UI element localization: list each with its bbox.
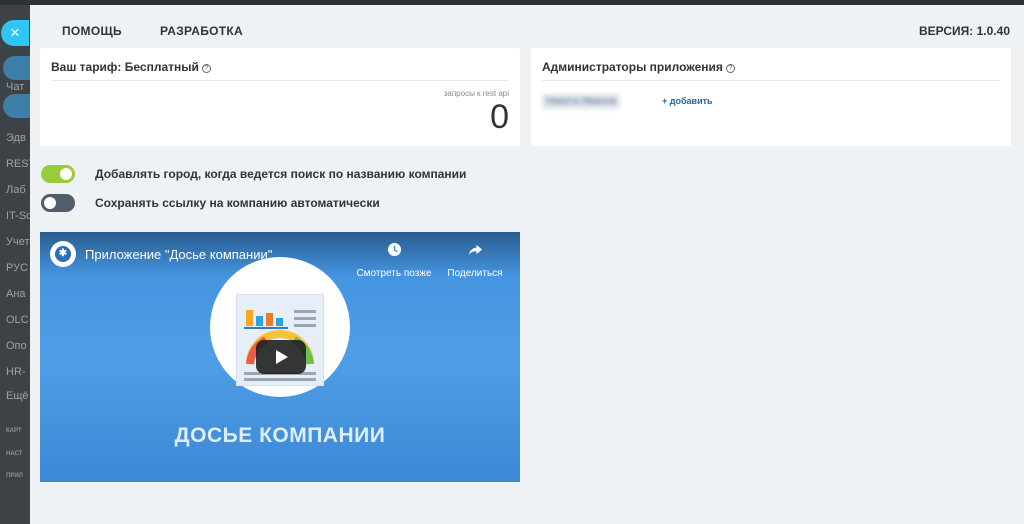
portal-menu-item: REST — [6, 158, 30, 170]
card-divider — [51, 80, 509, 81]
admins-title-text: Администраторы приложения — [542, 60, 723, 74]
help-icon[interactable]: ? — [201, 64, 211, 73]
portal-menu-pill — [3, 56, 30, 80]
app-version: ВЕРСИЯ: 1.0.40 — [919, 24, 1010, 38]
video-caption: ДОСЬЕ КОМПАНИИ — [174, 424, 386, 447]
add-admin-link[interactable]: + добавить — [662, 96, 713, 106]
portal-left-menu: Чат Эдв REST Лаб IT-Sc Учет РУС Ана OLC … — [0, 5, 30, 524]
watch-later-button[interactable]: Смотреть позже — [354, 242, 434, 279]
channel-logo[interactable]: ✱ — [50, 241, 76, 267]
share-label: Поделиться — [447, 268, 503, 279]
portal-menu-section: НАСТ — [6, 451, 23, 457]
share-button[interactable]: Поделиться — [435, 242, 515, 279]
card-divider — [542, 80, 1000, 81]
portal-menu-item: HR- — [6, 366, 26, 378]
close-icon: × — [10, 23, 20, 42]
toggle-save-link[interactable] — [41, 194, 75, 212]
video-title[interactable]: Приложение "Досье компании" — [85, 247, 272, 262]
share-arrow-icon — [435, 242, 515, 260]
portal-menu-item: Ещё — [6, 390, 29, 402]
app-slider-panel: ПОМОЩЬ РАЗРАБОТКА ВЕРСИЯ: 1.0.40 Ваш тар… — [30, 5, 1024, 524]
portal-menu-item: IT-Sc — [6, 210, 30, 222]
toggle-knob — [60, 168, 72, 180]
video-player[interactable]: ✱ Приложение "Досье компании" Смотреть п… — [40, 232, 520, 482]
clock-icon — [354, 242, 434, 260]
play-button[interactable] — [256, 340, 306, 374]
portal-menu-item: Опо — [6, 340, 27, 352]
api-requests-label: запросы к rest api — [443, 89, 509, 98]
portal-menu-section: КАРТ — [6, 428, 22, 434]
channel-logo-icon: ✱ — [55, 246, 71, 262]
tariff-title-text: Ваш тариф: Бесплатный — [51, 60, 199, 74]
portal-menu-section: ПРИЛ — [6, 473, 23, 479]
portal-menu-item: Эдв — [6, 132, 26, 144]
portal-menu-item: Лаб — [6, 184, 26, 196]
menu-help[interactable]: ПОМОЩЬ — [62, 24, 122, 38]
admin-user-link[interactable]: Никита Иванов — [542, 94, 620, 109]
portal-menu-item: OLC — [6, 314, 29, 326]
admins-title: Администраторы приложения? — [542, 60, 735, 74]
portal-menu-item: Чат — [6, 81, 25, 93]
portal-menu-item: Учет — [6, 236, 30, 248]
portal-menu-pill — [3, 94, 30, 118]
toggle-knob — [44, 197, 56, 209]
help-icon[interactable]: ? — [725, 64, 735, 73]
play-icon — [276, 350, 288, 364]
menu-development[interactable]: РАЗРАБОТКА — [160, 24, 243, 38]
tariff-card: Ваш тариф: Бесплатный? запросы к rest ap… — [40, 48, 520, 146]
toggle-add-city[interactable] — [41, 165, 75, 183]
tariff-title: Ваш тариф: Бесплатный? — [51, 60, 211, 74]
toggle-add-city-label: Добавлять город, когда ведется поиск по … — [95, 167, 467, 181]
portal-menu-item: Ана — [6, 288, 26, 300]
close-slider-button[interactable]: × — [1, 20, 29, 46]
watch-later-label: Смотреть позже — [356, 268, 432, 279]
toggle-save-link-label: Сохранять ссылку на компанию автоматичес… — [95, 196, 380, 210]
portal-menu-item: РУС — [6, 262, 29, 274]
api-requests-count: 0 — [490, 98, 509, 136]
admins-card: Администраторы приложения? Никита Иванов… — [531, 48, 1011, 146]
